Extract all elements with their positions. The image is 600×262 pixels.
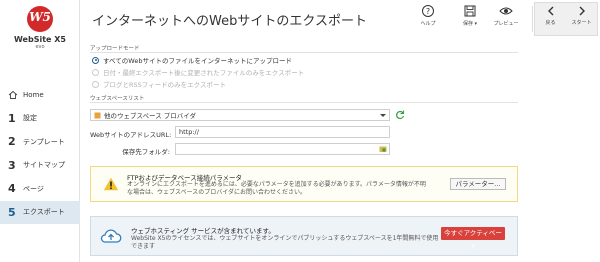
ftp-warning-description: オンラインにエクスポートを進めるには、必要なパラメータを追加する必要があります。… [127,181,426,196]
divider [90,52,518,53]
toolbar-separator [532,6,533,32]
radio-unchecked [92,80,99,88]
sidebar-item-home[interactable]: Home [0,83,80,107]
step-number: 1 [8,111,16,125]
webspace-list-label: ウェブスペースリスト [90,96,145,102]
parameters-button[interactable]: パラメーター... [450,178,506,190]
help-button[interactable]: ? ヘルプ [412,4,444,27]
cloud-upload-icon [100,229,122,243]
app-edition: evo [35,44,45,50]
sidebar-item-label: サイトマップ [23,161,65,170]
sidebar-item-label: 設定 [23,114,37,123]
upload-blog-label: ブログとRSSフィードのみをエクスポート [103,81,226,89]
svg-text:?: ? [426,7,430,16]
step-number: 5 [8,205,16,219]
radio-checked[interactable] [92,56,99,64]
chevron-left-icon [547,6,553,16]
sidebar-item-sitemap[interactable]: 3 サイトマップ [0,154,80,178]
app-name: WebSite X5 [14,35,66,44]
webspace-selected: 他のウェブスペース プロバイダ [104,112,197,120]
step-number: 4 [8,182,16,196]
sidebar-item-settings[interactable]: 1 設定 [0,107,80,131]
upload-blog-option: ブログとRSSフィードのみをエクスポート [92,79,226,89]
divider [90,102,518,103]
home-icon [8,90,20,100]
back-label: 戻る [545,20,556,26]
header: インターネットへのWebサイトのエクスポート ? ヘルプ 保存 ▾ プレビュー … [80,0,600,40]
start-button[interactable]: スタート [566,5,597,26]
page-title: インターネットへのWebサイトのエクスポート [92,14,367,29]
chevron-down-icon [380,114,386,117]
preview-button[interactable]: プレビュー [490,4,522,27]
hosting-title: ウェブホスティング サービスが含まれています。 [131,227,275,235]
url-label: WebサイトのアドレスURL: [90,131,172,139]
url-field[interactable]: http:// [175,126,390,138]
start-label: スタート [571,20,592,26]
sidebar: W5 WebSite X5 evo Home 1 設定 2 テンプレート 3 サ… [0,0,80,262]
sidebar-item-template[interactable]: 2 テンプレート [0,130,80,154]
warning-icon [103,177,119,191]
sidebar-item-label: エクスポート [23,208,65,217]
save-button[interactable]: 保存 ▾ [454,4,486,27]
preview-icon [499,7,513,15]
webspace-select[interactable]: 他のウェブスペース プロバイダ [90,109,390,121]
step-nav: Home 1 設定 2 テンプレート 3 サイトマップ 4 ページ 5 エクスポ… [0,83,80,224]
save-label: 保存 ▾ [462,21,478,27]
radio-unchecked [92,68,99,76]
preview-label: プレビュー [493,21,519,27]
save-icon [464,5,476,17]
hosting-info-box: ウェブホスティング サービスが含まれています。 WebSite X5のライセンス… [90,216,518,256]
sidebar-item-label: テンプレート [23,137,65,146]
sidebar-item-pages[interactable]: 4 ページ [0,177,80,201]
app-logo: W5 WebSite X5 evo [0,6,80,56]
chevron-right-icon [579,6,585,16]
back-button[interactable]: 戻る [535,5,566,26]
ftp-warning-box: FTPおよびデータベース接続パラメータ オンラインにエクスポートを進めるには、必… [90,166,518,202]
folder-label: 保存先フォルダ: [122,148,170,156]
activate-now-button[interactable]: 今すぐアクティベート [441,227,505,250]
upload-all-label: すべてのWebサイトのファイルをインターネットにアップロード [103,57,292,65]
logo-mark: W5 [27,6,53,32]
sidebar-item-label: Home [23,90,44,99]
upload-changed-label: 日付・最終エクスポート後に変更されたファイルのみをエクスポート [103,69,305,77]
step-number: 2 [8,135,16,149]
step-number: 3 [8,158,16,172]
upload-mode-label: アップロードモード [90,46,140,52]
folder-browse-icon[interactable] [379,145,387,153]
hosting-description: WebSite X5のライセンスでは、ウェブサイトをオンラインでパブリッシュする… [131,235,439,250]
sidebar-item-label: ページ [23,184,44,193]
upload-changed-option: 日付・最終エクスポート後に変更されたファイルのみをエクスポート [92,67,304,77]
sidebar-item-export[interactable]: 5 エクスポート [0,200,80,224]
help-label: ヘルプ [420,21,436,27]
refresh-icon[interactable] [395,110,405,120]
provider-icon [94,112,101,118]
upload-all-option[interactable]: すべてのWebサイトのファイルをインターネットにアップロード [92,55,292,65]
help-icon: ? [422,5,434,17]
folder-field[interactable] [175,143,390,155]
wizard-nav: 戻る スタート [534,2,598,36]
